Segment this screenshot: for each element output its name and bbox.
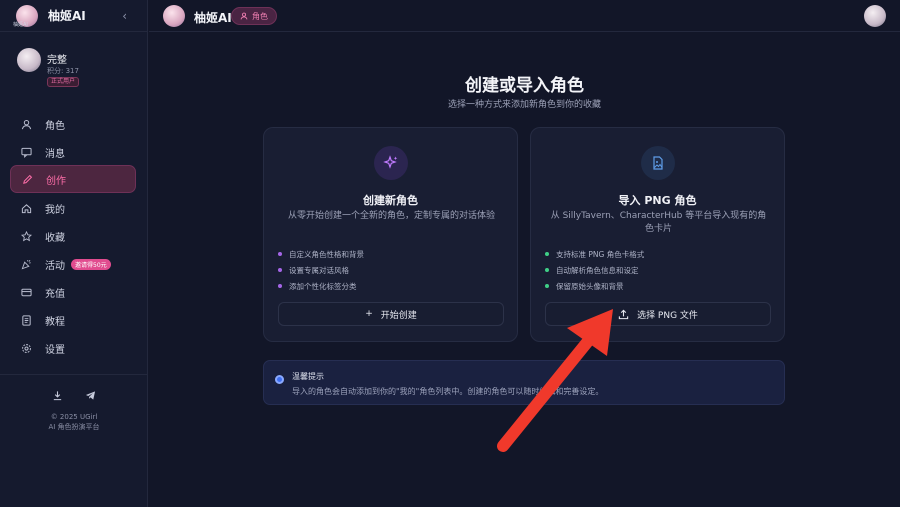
sidebar-item-label: 消息	[45, 148, 65, 160]
top-title: 柚姬AI	[194, 11, 232, 25]
select-png-file-button[interactable]: 选择 PNG 文件	[545, 302, 771, 326]
section-pill-label: 角色	[252, 11, 268, 21]
profile-avatar[interactable]	[864, 5, 886, 27]
current-section-pill[interactable]: 角色	[231, 7, 277, 25]
image-file-icon	[641, 146, 675, 180]
page-subtitle: 选择一种方式来添加新角色到你的收藏	[447, 100, 601, 110]
button-label: 选择 PNG 文件	[637, 310, 698, 321]
sidebar-item-settings[interactable]: 设置	[10, 334, 136, 362]
user-icon	[240, 12, 248, 20]
feature-text: 支持标准 PNG 角色卡格式	[556, 249, 645, 259]
gear-icon	[19, 343, 33, 354]
tip-title: 温馨提示	[292, 372, 324, 381]
sidebar-item-create[interactable]: 创作	[10, 165, 136, 193]
user-icon	[19, 119, 33, 130]
doc-icon	[19, 314, 33, 326]
page-title: 创建或导入角色	[465, 76, 584, 96]
card-description: 从 SillyTavern、CharacterHub 等平台导入现有的角色卡片	[550, 211, 767, 234]
list-item: 支持标准 PNG 角色卡格式	[545, 246, 644, 262]
bullet-dot	[545, 284, 549, 288]
bullet-dot	[278, 284, 282, 288]
feature-text: 保留原始头像和背景	[556, 281, 624, 291]
import-png-card: 导入 PNG 角色 从 SillyTavern、CharacterHub 等平台…	[530, 127, 785, 342]
sidebar-item-messages[interactable]: 消息	[10, 138, 136, 166]
feature-text: 自动解析角色信息和设定	[556, 265, 639, 275]
platform-tagline: AI 角色扮演平台	[48, 423, 100, 431]
brand-header: 柚姬AI 柚姬AI ‹	[0, 0, 147, 32]
user-status-badge: 正式用户	[47, 77, 80, 87]
invite-promo-badge[interactable]: 邀请得50元	[71, 258, 111, 270]
list-item: 设置专属对话风格	[278, 262, 364, 278]
top-logo[interactable]	[163, 5, 185, 27]
button-label: 开始创建	[380, 310, 417, 321]
feature-list: 支持标准 PNG 角色卡格式 自动解析角色信息和设定 保留原始头像和背景	[545, 246, 644, 294]
user-name: 完整	[47, 55, 67, 66]
bullet-dot	[278, 268, 282, 272]
sidebar-item-tutorial[interactable]: 教程	[10, 306, 136, 334]
sidebar-item-events[interactable]: 活动 邀请得50元	[10, 250, 136, 278]
sidebar-item-label: 收藏	[45, 232, 65, 244]
download-icon[interactable]	[52, 390, 63, 404]
message-icon	[19, 147, 33, 158]
list-item: 自定义角色性格和背景	[278, 246, 364, 262]
star-icon	[19, 230, 33, 242]
sidebar-footer: © 2025 UGirl AI 角色扮演平台	[0, 374, 148, 431]
card-title: 创建新角色	[363, 194, 418, 207]
collapse-sidebar-icon[interactable]: ‹	[122, 9, 127, 23]
sidebar-item-label: 教程	[45, 316, 65, 328]
user-avatar[interactable]	[17, 48, 41, 72]
create-character-card: 创建新角色 从零开始创建一个全新的角色，定制专属的对话体验 自定义角色性格和背景…	[263, 127, 518, 342]
upload-icon	[618, 309, 629, 319]
start-create-button[interactable]: + 开始创建	[278, 302, 504, 326]
card-description: 从零开始创建一个全新的角色，定制专属的对话体验	[287, 211, 495, 221]
feature-text: 设置专属对话风格	[289, 265, 349, 275]
party-icon	[19, 259, 33, 270]
user-points: 积分: 317	[47, 67, 79, 75]
sparkle-icon	[374, 146, 408, 180]
tip-text: 导入的角色会自动添加到你的"我的"角色列表中。创建的角色可以随时编辑和完善设定。	[292, 387, 604, 396]
list-item: 自动解析角色信息和设定	[545, 262, 644, 278]
feature-list: 自定义角色性格和背景 设置专属对话风格 添加个性化标签分类	[278, 246, 364, 294]
sidebar-item-label: 角色	[45, 120, 65, 132]
sidebar-item-label: 我的	[45, 204, 65, 216]
tip-banner: 温馨提示 导入的角色会自动添加到你的"我的"角色列表中。创建的角色可以随时编辑和…	[263, 360, 785, 405]
bullet-dot	[545, 268, 549, 272]
card-title: 导入 PNG 角色	[618, 194, 697, 207]
footer-icons	[52, 390, 96, 404]
card-icon	[19, 287, 33, 298]
feature-text: 自定义角色性格和背景	[289, 249, 364, 259]
bullet-dot	[278, 252, 282, 256]
brand-name: 柚姬AI	[48, 9, 86, 23]
copyright: © 2025 UGirl AI 角色扮演平台	[0, 412, 148, 432]
sidebar-item-mine[interactable]: 我的	[10, 194, 136, 222]
bullet-dot	[545, 252, 549, 256]
info-dot-icon	[275, 375, 284, 384]
sidebar-item-roles[interactable]: 角色	[10, 110, 136, 138]
home-icon	[19, 203, 33, 214]
copyright-line: © 2025 UGirl	[50, 413, 98, 421]
sidebar-item-label: 创作	[46, 175, 66, 187]
brand-logo-caption: 柚姬AI	[13, 22, 28, 28]
sidebar-item-recharge[interactable]: 充值	[10, 278, 136, 306]
plus-icon: +	[365, 309, 373, 319]
list-item: 保留原始头像和背景	[545, 278, 644, 294]
telegram-icon[interactable]	[85, 390, 96, 404]
sidebar-item-label: 设置	[45, 344, 65, 356]
top-bar: 柚姬AI 角色	[149, 0, 900, 32]
sidebar: 柚姬AI 柚姬AI ‹ 完整 积分: 317 正式用户 角色 消息 创作 我的 …	[0, 0, 148, 507]
list-item: 添加个性化标签分类	[278, 278, 364, 294]
sidebar-item-label: 活动	[45, 260, 65, 272]
sidebar-item-label: 充值	[45, 288, 65, 300]
sidebar-item-favorites[interactable]: 收藏	[10, 222, 136, 250]
pencil-icon	[20, 174, 34, 185]
feature-text: 添加个性化标签分类	[289, 281, 357, 291]
